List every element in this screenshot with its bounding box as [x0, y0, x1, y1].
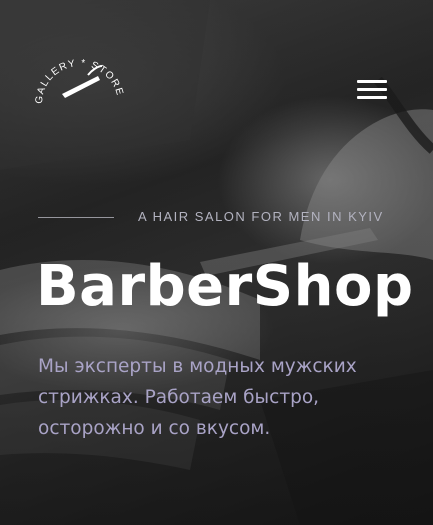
hamburger-menu-icon[interactable]: [355, 78, 389, 102]
menu-bar-middle: [357, 88, 387, 91]
hero-description: Мы эксперты в модных мужских стрижках. Р…: [38, 356, 357, 439]
svg-text:GALLERY * STORE & MORE *: GALLERY * STORE & MORE *: [28, 42, 126, 104]
hero-tagline: A HAIR SALON FOR MEN IN KYIV: [138, 209, 384, 224]
hero-title: BarberShop: [36, 254, 414, 319]
gallery-store-more-logo: GALLERY * STORE & MORE *: [23, 34, 126, 104]
menu-bar-top: [357, 80, 387, 83]
brand-logo[interactable]: GALLERY * STORE & MORE *: [23, 34, 132, 122]
menu-bar-bottom: [357, 96, 387, 99]
tagline-divider: [38, 217, 114, 218]
logo-ring-text: GALLERY * STORE & MORE *: [23, 34, 124, 104]
